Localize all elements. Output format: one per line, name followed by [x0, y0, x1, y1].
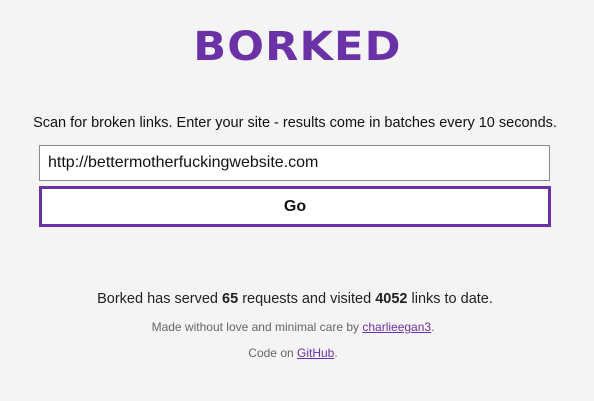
github-link[interactable]: GitHub [297, 346, 334, 360]
stats-suffix: links to date. [407, 291, 493, 307]
code-line: Code on GitHub. [0, 346, 586, 360]
author-link[interactable]: charlieegan3 [362, 320, 431, 334]
credit-line: Made without love and minimal care by ch… [0, 320, 586, 334]
credit-prefix: Made without love and minimal care by [151, 320, 363, 334]
code-prefix: Code on [248, 346, 297, 360]
logo: BORKED [0, 24, 594, 70]
credit-suffix: . [431, 320, 435, 334]
code-suffix: . [334, 346, 338, 360]
intro-text: Scan for broken links. Enter your site -… [33, 115, 557, 131]
stats-prefix: Borked has served [97, 291, 223, 307]
logo-text: BORKED [192, 24, 402, 70]
links-count: 4052 [375, 291, 408, 307]
go-button[interactable]: Go [39, 186, 551, 227]
stats-line: Borked has served 65 requests and visite… [0, 291, 590, 307]
site-url-input[interactable] [39, 145, 550, 181]
stats-middle: requests and visited [238, 291, 376, 307]
page: BORKED Scan for broken links. Enter your… [0, 0, 594, 401]
requests-count: 65 [222, 291, 239, 307]
